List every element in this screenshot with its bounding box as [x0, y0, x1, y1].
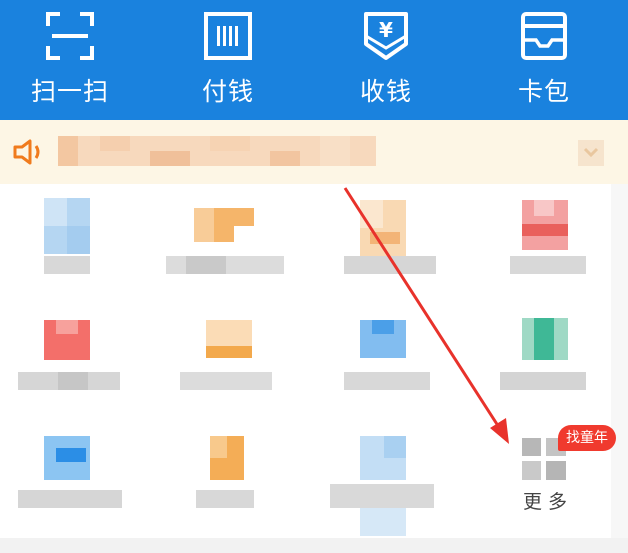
scan-button[interactable]: 扫一扫: [10, 0, 130, 120]
speaker-icon: [13, 139, 40, 165]
receive-money-button[interactable]: ¥ 收钱: [326, 0, 446, 120]
scan-icon: [46, 12, 94, 60]
card-wallet-button[interactable]: 卡包: [484, 0, 604, 120]
collapse-icon[interactable]: [578, 140, 604, 166]
svg-text:¥: ¥: [379, 18, 393, 42]
pay-button[interactable]: 付钱: [168, 0, 288, 120]
pay-icon: [204, 12, 252, 60]
card-wallet-icon: [521, 12, 567, 60]
scroll-edge: [611, 184, 628, 538]
bottom-divider: [0, 538, 628, 553]
more-label: 更多: [523, 491, 574, 513]
receive-money-icon: ¥: [364, 12, 408, 60]
scan-label: 扫一扫: [30, 77, 109, 106]
card-wallet-label: 卡包: [517, 77, 570, 106]
pay-label: 付钱: [201, 77, 254, 106]
more-badge: 找童年: [558, 425, 616, 451]
top-action-bar: 扫一扫 付钱 ¥ 收钱 卡包: [0, 0, 628, 120]
receive-money-label: 收钱: [359, 77, 412, 106]
